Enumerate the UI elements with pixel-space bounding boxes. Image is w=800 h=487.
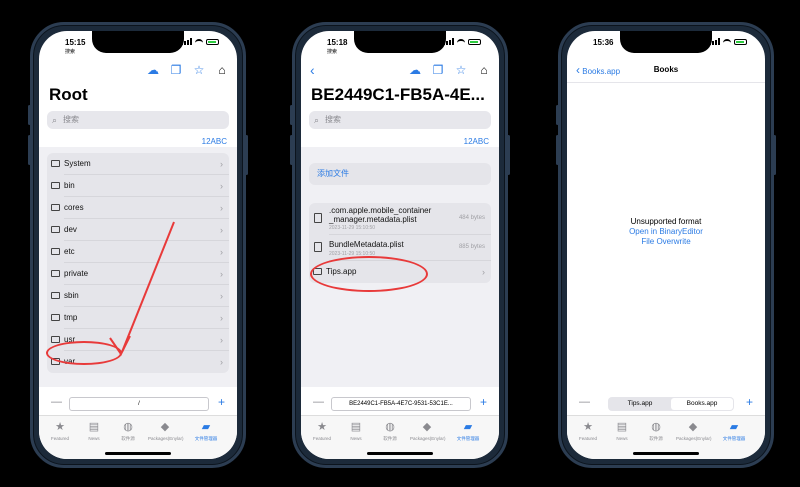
notch — [92, 31, 184, 53]
notch — [354, 31, 446, 53]
annotation-arrow — [109, 221, 175, 356]
stage: 15:15 搜索 ☁ ❐ ☆ ⌂ Root ⌕ 搜索 12ABC System … — [0, 0, 800, 487]
notch — [620, 31, 712, 53]
